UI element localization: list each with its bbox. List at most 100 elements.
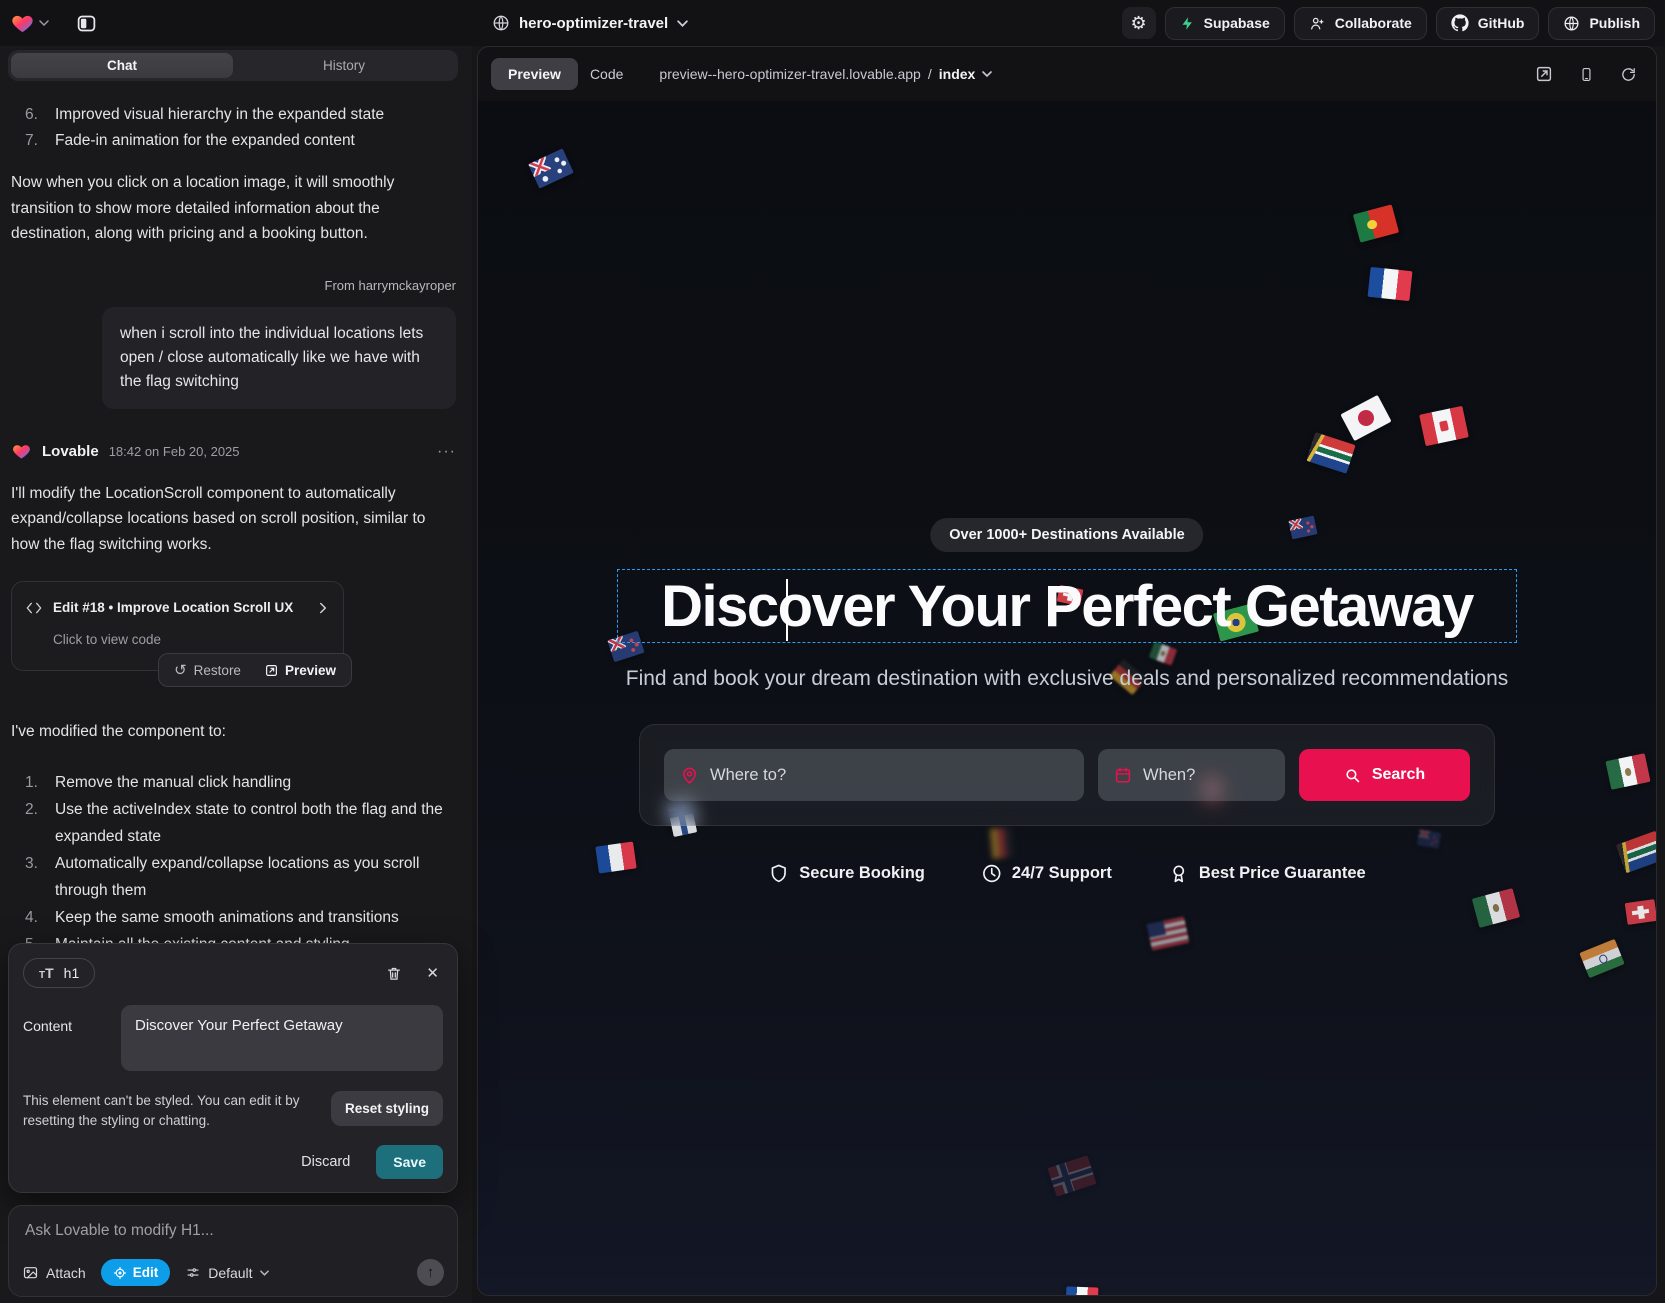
topbar: hero-optimizer-travel ⚙ Supabase Collabo…: [0, 0, 1665, 46]
arrow-up-icon: ↑: [427, 1264, 435, 1281]
restore-button[interactable]: ↺ Restore: [162, 654, 253, 686]
image-icon: [22, 1265, 39, 1281]
supabase-icon: [1180, 15, 1195, 32]
discard-button[interactable]: Discard: [301, 1154, 350, 1170]
calendar-icon: [1114, 766, 1132, 784]
element-tag-pill: TT h1: [23, 958, 95, 988]
flag-mx-icon: [1149, 641, 1177, 665]
hero-title[interactable]: Discover Your Perfect Getaway: [661, 573, 1473, 640]
flag-jp-icon: [1340, 395, 1391, 441]
flag-no-icon: [1047, 1155, 1096, 1197]
style-note: This element can't be styled. You can ed…: [23, 1091, 319, 1131]
search-button[interactable]: Search: [1299, 749, 1470, 801]
preview-toolbar: Preview Code preview--hero-optimizer-tra…: [478, 47, 1656, 101]
chevron-down-icon: [982, 71, 992, 77]
reset-styling-button[interactable]: Reset styling: [331, 1091, 443, 1126]
preview-version-button[interactable]: Preview: [253, 656, 348, 685]
delete-element-button[interactable]: [386, 965, 402, 982]
mobile-view-button[interactable]: [1579, 65, 1594, 84]
close-editor-button[interactable]: ✕: [426, 964, 439, 982]
flag-au-icon: [528, 148, 574, 189]
feature-price-guarantee: Best Price Guarantee: [1168, 863, 1366, 884]
flag-mx-icon: [1605, 753, 1650, 790]
lovable-logo[interactable]: [10, 12, 49, 35]
element-tag-label: h1: [64, 965, 80, 981]
list-item: 1.Remove the manual click handling: [25, 769, 456, 796]
flag-za-icon: [1616, 831, 1656, 874]
tab-chat[interactable]: Chat: [11, 53, 233, 78]
collaborate-icon: [1309, 15, 1326, 32]
assistant-paragraph: I've modified the component to:: [11, 719, 456, 745]
supabase-button[interactable]: Supabase: [1165, 7, 1285, 40]
when-input[interactable]: When?: [1098, 749, 1285, 801]
attach-button[interactable]: Attach: [22, 1265, 86, 1281]
url-path: index: [939, 66, 976, 82]
url-separator: /: [928, 66, 932, 82]
search-icon: [1344, 767, 1361, 784]
tab-code[interactable]: Code: [590, 66, 623, 82]
preview-frame: Preview Code preview--hero-optimizer-tra…: [477, 46, 1657, 1296]
send-button[interactable]: ↑: [417, 1259, 444, 1286]
target-icon: [113, 1266, 127, 1280]
trash-icon: [386, 965, 402, 982]
search-card: Where to? When? Search: [639, 724, 1495, 826]
edit-version-card[interactable]: Edit #18 • Improve Location Scroll UX Cl…: [11, 581, 344, 671]
feature-secure-booking: Secure Booking: [768, 863, 925, 884]
flag-us-icon: [1147, 916, 1190, 950]
publish-globe-icon: [1563, 15, 1580, 32]
tab-history[interactable]: History: [233, 53, 455, 78]
collaborate-button[interactable]: Collaborate: [1294, 7, 1427, 40]
shield-icon: [768, 863, 789, 884]
flag-fr-icon: [595, 841, 636, 873]
assistant-steps-list: 1.Remove the manual click handling 2.Use…: [11, 769, 456, 958]
flag-nz-icon: [1417, 829, 1441, 849]
settings-button[interactable]: ⚙: [1122, 7, 1156, 39]
where-input[interactable]: Where to?: [664, 749, 1084, 801]
flag-fr-icon: [1368, 267, 1413, 301]
flag-mx-icon: [1472, 888, 1520, 928]
chat-input[interactable]: Ask Lovable to modify H1...: [25, 1222, 441, 1240]
sliders-icon: [185, 1265, 201, 1280]
list-item: 7. Fade-in animation for the expanded co…: [25, 128, 456, 154]
chat-input-card: Ask Lovable to modify H1... Attach Edit …: [8, 1205, 458, 1297]
tab-preview[interactable]: Preview: [491, 58, 578, 90]
chevron-down-icon: [260, 1270, 269, 1276]
sidebar-tabs: Chat History: [8, 50, 458, 81]
features-row: Secure Booking 24/7 Support Best Price G…: [768, 863, 1365, 884]
publish-button[interactable]: Publish: [1548, 7, 1655, 40]
flag-ca-icon: [1419, 406, 1469, 446]
list-item: 6. Improved visual hierarchy in the expa…: [25, 102, 456, 128]
content-textarea[interactable]: Discover Your Perfect Getaway: [121, 1005, 443, 1071]
save-button[interactable]: Save: [376, 1145, 443, 1179]
refresh-icon: [1620, 66, 1637, 83]
preview-url[interactable]: preview--hero-optimizer-travel.lovable.a…: [659, 66, 992, 82]
mode-selector[interactable]: Default: [185, 1265, 268, 1281]
destinations-badge: Over 1000+ Destinations Available: [930, 518, 1203, 552]
message-menu-button[interactable]: ···: [437, 443, 456, 461]
github-button[interactable]: GitHub: [1436, 7, 1540, 40]
flag-za-icon: [1306, 432, 1355, 474]
open-in-new-tab-button[interactable]: [1535, 65, 1553, 83]
h1-selection-outline[interactable]: Discover Your Perfect Getaway: [617, 569, 1517, 643]
flag-pt-icon: [1353, 204, 1399, 242]
panel-icon: [76, 13, 97, 34]
message-author-label: From harrymckayroper: [11, 273, 456, 299]
project-switcher[interactable]: hero-optimizer-travel: [492, 0, 688, 46]
sidebar-toggle-button[interactable]: [70, 7, 102, 39]
restore-icon: ↺: [174, 661, 187, 679]
globe-icon: [492, 14, 510, 32]
flag-nz-icon: [1288, 515, 1317, 539]
list-item: 4.Keep the same smooth animations and tr…: [25, 904, 456, 931]
code-icon: [26, 601, 42, 615]
edit-card-subtitle: Click to view code: [53, 627, 329, 653]
site-canvas[interactable]: Over 1000+ Destinations Available Discov…: [478, 101, 1656, 1295]
hero-subtitle: Find and book your dream destination wit…: [626, 667, 1509, 691]
assistant-paragraph: I'll modify the LocationScroll component…: [11, 481, 456, 558]
chat-sidebar: Chat History 6. Improved visual hierarch…: [0, 46, 472, 1303]
list-item: 3.Automatically expand/collapse location…: [25, 850, 456, 904]
list-item: 2.Use the activeIndex state to control b…: [25, 796, 456, 850]
refresh-button[interactable]: [1620, 66, 1637, 83]
phone-icon: [1579, 65, 1594, 84]
restore-preview-toolbar: ↺ Restore Preview: [158, 653, 352, 687]
edit-mode-button[interactable]: Edit: [101, 1259, 171, 1286]
